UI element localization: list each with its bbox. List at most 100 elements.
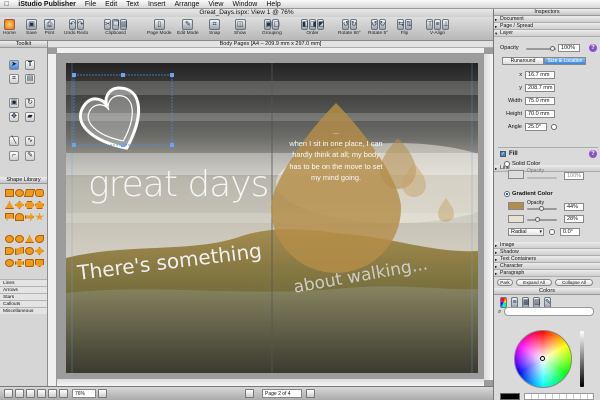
shape-diamond[interactable] (15, 201, 24, 209)
width-field[interactable]: 75.0 mm (525, 97, 555, 105)
shape-square[interactable] (5, 189, 14, 197)
rotate-90-button[interactable]: ↺ ↻ Rotate 90° (338, 18, 361, 36)
shape-flag[interactable] (15, 247, 24, 255)
flip-button[interactable]: ⇆ ⇅ Flip (397, 18, 412, 36)
snap-button[interactable]: ⌗ Snap (209, 18, 220, 36)
prev-page-button[interactable] (245, 389, 254, 398)
menu-app-name[interactable]: iStudio Publisher (18, 1, 76, 8)
solid-opacity-slider[interactable] (527, 177, 557, 179)
shape-parallelogram[interactable] (23, 189, 36, 197)
color-search-field[interactable] (504, 307, 594, 316)
page-indicator[interactable]: Page 2 of 4 (262, 389, 302, 398)
skew-tool[interactable]: ▰ (25, 112, 35, 122)
show-button[interactable]: ◫ Show (234, 18, 246, 36)
zoom-out-button[interactable] (59, 389, 68, 398)
shape-badge[interactable] (35, 259, 44, 267)
line-tool[interactable]: ╲ (9, 136, 19, 146)
section-image[interactable]: Image (494, 242, 600, 249)
shape-ring[interactable] (15, 235, 24, 243)
menu-file[interactable]: File (85, 1, 96, 8)
view-guides-button[interactable] (48, 389, 57, 398)
print-button[interactable]: ⎙ Print (44, 18, 55, 36)
text-tool[interactable]: T (25, 60, 35, 70)
brightness-slider[interactable] (580, 331, 584, 387)
grad-opacity-field-2[interactable]: 28% (564, 215, 584, 223)
gradient-angle-dial[interactable] (549, 229, 555, 235)
shape-speech[interactable] (5, 213, 14, 221)
grad-opacity-slider-1[interactable] (527, 206, 557, 211)
shape-pentagon[interactable] (35, 201, 44, 209)
quote-block[interactable]: ... when I sit in one place, I can hardl… (286, 126, 386, 184)
order-button[interactable]: ◧ ◨ ◩ Order (301, 18, 325, 36)
help-icon[interactable]: ? (589, 44, 597, 52)
shape-moon[interactable] (25, 247, 34, 255)
shape-triangle[interactable] (5, 201, 14, 209)
opacity-field[interactable]: 100% (558, 44, 580, 52)
grad-opacity-knob-2[interactable] (535, 217, 540, 222)
menu-view[interactable]: View (208, 1, 223, 8)
section-document[interactable]: Document (494, 16, 600, 23)
library-callouts[interactable]: Callouts (0, 300, 47, 307)
resize-tool[interactable]: ▣ (9, 98, 19, 108)
shape-arch[interactable] (15, 213, 24, 221)
menu-help[interactable]: Help (266, 1, 280, 8)
gradient-angle-field[interactable]: 0.0° (560, 228, 580, 236)
section-page-spread[interactable]: Page / Spread (494, 23, 600, 30)
library-stars[interactable]: Stars (0, 293, 47, 300)
color-picker-cursor[interactable] (540, 356, 545, 361)
tab-runaround[interactable]: Runaround (502, 57, 544, 65)
menu-insert[interactable]: Insert (148, 1, 166, 8)
y-field[interactable]: 208.7 mm (525, 84, 555, 92)
connector-tool[interactable]: ⌐ (9, 151, 19, 161)
shape-rounded-rect[interactable] (35, 189, 44, 197)
tab-size-location[interactable]: Size & Location (544, 57, 586, 65)
home-button[interactable]: Home (3, 18, 16, 36)
height-field[interactable]: 70.0 mm (525, 110, 555, 118)
move-tool[interactable]: ✥ (9, 112, 19, 122)
horizontal-scrollbar[interactable] (57, 379, 484, 386)
save-button[interactable]: ▣ Save (26, 18, 37, 36)
opacity-slider-knob[interactable] (550, 46, 555, 51)
library-lines[interactable]: Lines (0, 279, 47, 286)
selection-handle[interactable] (170, 73, 174, 77)
undo-redo-button[interactable]: ↶ ↷ Undo Redo (64, 18, 88, 36)
select-tool[interactable]: ➤ (9, 60, 19, 70)
expand-all-button[interactable]: Expand All (516, 279, 552, 286)
rotate-tool[interactable]: ↻ (25, 98, 35, 108)
crop-tool[interactable]: ⌗ (9, 74, 19, 84)
grouping-button[interactable]: ▣ ▢ Grouping (262, 18, 282, 36)
vertical-scrollbar[interactable] (484, 54, 493, 380)
shape-rect-2[interactable] (25, 259, 34, 267)
color-swatches-row[interactable] (524, 393, 594, 400)
angle-field[interactable]: 25.0° (525, 123, 547, 131)
menu-text[interactable]: Text (126, 1, 139, 8)
shape-half-circle[interactable] (5, 247, 14, 255)
headline-text[interactable]: great days (88, 166, 269, 204)
view-spread-button[interactable] (15, 389, 24, 398)
fill-checkbox[interactable]: ✓ (500, 151, 506, 157)
zoom-in-button[interactable] (98, 389, 107, 398)
shape-arrow[interactable] (25, 213, 34, 221)
selection-handle[interactable] (72, 143, 76, 147)
menu-arrange[interactable]: Arrange (175, 1, 200, 8)
gradient-type-select[interactable]: Radial ▾ (508, 228, 544, 236)
section-character[interactable]: Character (494, 263, 600, 270)
view-single-button[interactable] (4, 389, 13, 398)
solid-color-radio[interactable] (504, 161, 510, 167)
shape-ellipse[interactable] (5, 235, 14, 243)
shape-rhombus[interactable] (35, 247, 44, 255)
page-spread[interactable]: great days There's something about walki… (66, 63, 478, 373)
shape-circle[interactable] (15, 189, 24, 197)
shape-cross[interactable] (15, 259, 24, 267)
shape-hexagon[interactable] (25, 201, 34, 209)
library-arrows[interactable]: Arrows (0, 286, 47, 293)
menu-edit[interactable]: Edit (105, 1, 117, 8)
collapse-all-button[interactable]: Collapse All (555, 279, 593, 286)
selection-handle[interactable] (121, 73, 125, 77)
angle-dial[interactable] (551, 124, 557, 130)
selection-handle[interactable] (72, 73, 76, 77)
page-mode-button[interactable]: ▯ Page Mode (147, 18, 172, 36)
library-miscellaneous[interactable]: Miscellaneous (0, 307, 47, 314)
menu-window[interactable]: Window (232, 1, 257, 8)
selection-handle[interactable] (170, 143, 174, 147)
